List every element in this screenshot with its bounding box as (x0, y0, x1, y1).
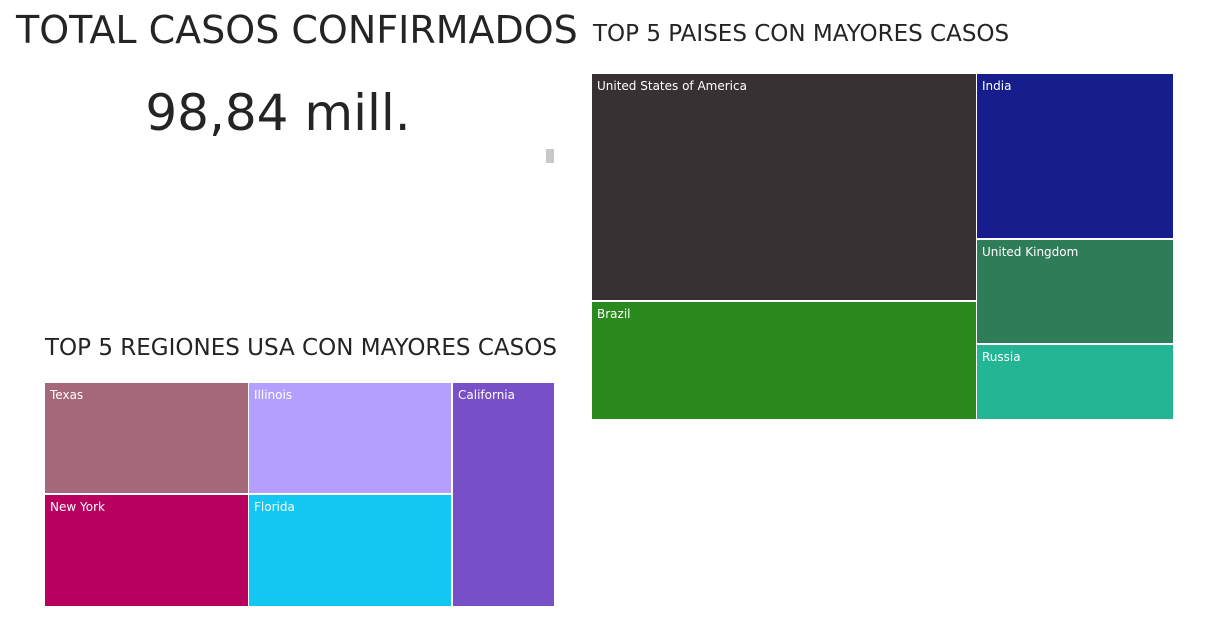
treemap-tile-label: California (458, 388, 515, 402)
treemap-tile-label: Illinois (254, 388, 293, 402)
treemap-tile-california[interactable]: California (453, 383, 554, 606)
kpi-card-title: TOTAL CASOS CONFIRMADOS (16, 8, 578, 52)
kpi-card-value: 98,84 mill. (145, 84, 411, 142)
treemap-tile-brazil[interactable]: Brazil (592, 302, 976, 419)
treemap-tile-illinois[interactable]: Illinois (249, 383, 451, 493)
treemap-tile-india[interactable]: India (977, 74, 1173, 238)
treemap-tile-united-kingdom[interactable]: United Kingdom (977, 240, 1173, 343)
treemap-tile-label: India (982, 79, 1012, 93)
treemap-tile-label: New York (50, 500, 105, 514)
treemap-tile-florida[interactable]: Florida (249, 495, 451, 606)
treemap-tile-label: Florida (254, 500, 295, 514)
treemap-tile-label: United States of America (597, 79, 747, 93)
treemap-tile-russia[interactable]: Russia (977, 345, 1173, 419)
treemap-tile-united-states[interactable]: United States of America (592, 74, 976, 300)
treemap-tile-new-york[interactable]: New York (45, 495, 248, 606)
treemap-tile-label: Brazil (597, 307, 631, 321)
treemap-tile-label: Texas (50, 388, 84, 402)
treemap-tile-texas[interactable]: Texas (45, 383, 248, 493)
treemap-tile-label: United Kingdom (982, 245, 1079, 259)
regions-treemap-title: TOP 5 REGIONES USA CON MAYORES CASOS (45, 335, 557, 361)
countries-treemap-title: TOP 5 PAISES CON MAYORES CASOS (593, 21, 1010, 47)
treemap-tile-label: Russia (982, 350, 1021, 364)
scrollbar-handle[interactable] (546, 149, 554, 163)
